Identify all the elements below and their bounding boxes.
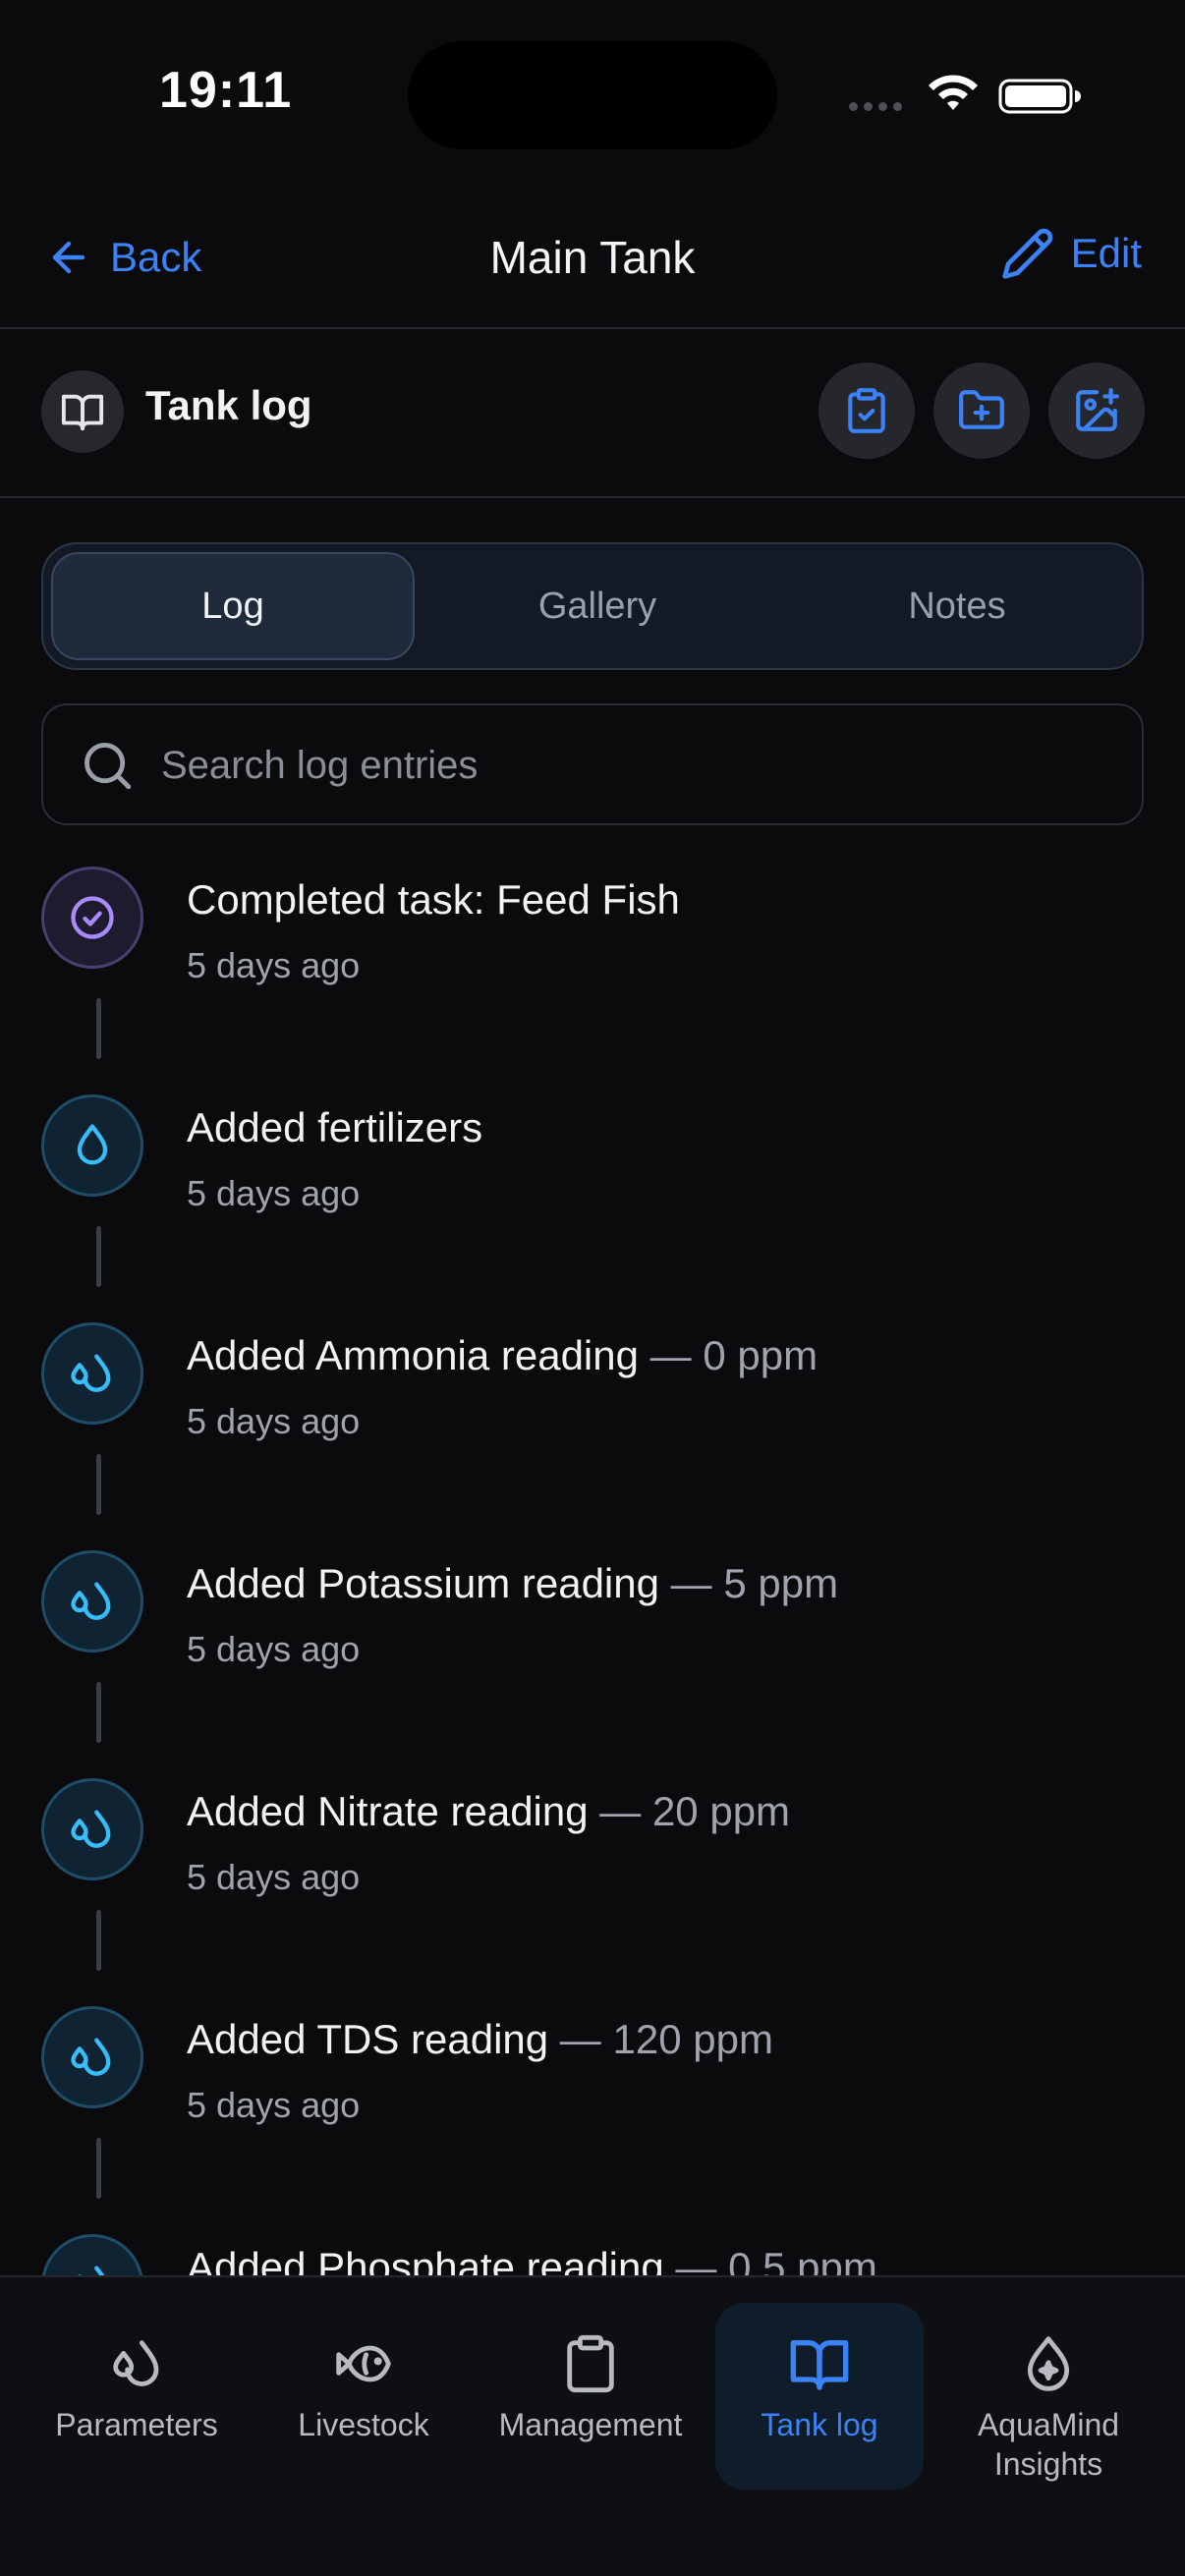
entry-value: — 0 ppm	[638, 1332, 818, 1378]
entry-title: Added TDS reading — 120 ppm	[187, 2016, 773, 2062]
timeline-connector	[96, 1910, 101, 1971]
entry-time: 5 days ago	[187, 1401, 361, 1441]
tab-label: AquaMind Insights	[977, 2407, 1120, 2482]
timeline-connector	[96, 1226, 101, 1287]
timeline-connector	[96, 998, 101, 1059]
book-open-icon	[790, 2340, 849, 2390]
tab-tank-log[interactable]: Tank log	[715, 2303, 924, 2490]
entry-title: Added Phosphate reading — 0.5 ppm	[187, 2244, 877, 2277]
log-entry[interactable]: Added Nitrate reading — 20 ppm 5 days ag…	[0, 1778, 1185, 2006]
entry-value: — 20 ppm	[588, 1788, 791, 1834]
entry-value: — 0.5 ppm	[663, 2244, 877, 2277]
entry-title: Added Ammonia reading — 0 ppm	[187, 1332, 818, 1378]
tab-label: Management	[498, 2407, 683, 2442]
entry-time: 5 days ago	[187, 1857, 361, 1897]
entry-title: Added Potassium reading — 5 ppm	[187, 1560, 839, 1606]
droplets-icon	[41, 1550, 143, 1652]
log-entry[interactable]: Completed task: Feed Fish 5 days ago	[0, 867, 1185, 1094]
tab-parameters[interactable]: Parameters	[20, 2303, 254, 2490]
timeline-connector	[96, 1454, 101, 1515]
entry-time: 5 days ago	[187, 1629, 361, 1669]
log-entry[interactable]: Added Phosphate reading — 0.5 ppm	[0, 2234, 1185, 2277]
bottom-tab-bar: Parameters Livestock Management Tank log…	[0, 2275, 1185, 2576]
tank-log-screen: 19:11 Back Main Tank Edit Tank log Log G…	[0, 0, 1185, 2576]
timeline-connector	[96, 2138, 101, 2199]
entry-value: — 120 ppm	[548, 2016, 773, 2062]
entry-time: 5 days ago	[187, 1173, 361, 1213]
clipboard-icon	[567, 2334, 614, 2393]
entry-title: Added Nitrate reading — 20 ppm	[187, 1788, 791, 1834]
log-entry[interactable]: Added Potassium reading — 5 ppm 5 days a…	[0, 1550, 1185, 1778]
log-entry[interactable]: Added TDS reading — 120 ppm 5 days ago	[0, 2006, 1185, 2234]
droplets-icon	[41, 1322, 143, 1425]
log-entry[interactable]: Added Ammonia reading — 0 ppm 5 days ago	[0, 1322, 1185, 1550]
fish-icon	[336, 2345, 391, 2382]
droplets-icon	[41, 2234, 143, 2277]
tab-livestock[interactable]: Livestock	[254, 2303, 474, 2490]
sparkle-drop-icon	[1027, 2336, 1070, 2391]
entry-title: Added fertilizers	[187, 1104, 483, 1150]
timeline-connector	[96, 1682, 101, 1743]
droplets-icon	[113, 2340, 159, 2386]
tab-label: Livestock	[298, 2407, 429, 2442]
entry-time: 5 days ago	[187, 2085, 361, 2125]
entry-value: — 5 ppm	[658, 1560, 839, 1606]
droplets-icon	[41, 2006, 143, 2108]
tab-aquamind-insights[interactable]: AquaMind Insights	[931, 2303, 1165, 2490]
check-circle-icon	[41, 867, 143, 969]
tab-management[interactable]: Management	[474, 2303, 707, 2490]
entry-title: Completed task: Feed Fish	[187, 876, 680, 923]
tab-label: Tank log	[761, 2407, 878, 2442]
log-timeline: Completed task: Feed Fish 5 days ago Add…	[0, 0, 1185, 2277]
droplets-icon	[41, 1778, 143, 1880]
entry-time: 5 days ago	[187, 945, 361, 985]
droplet-icon	[41, 1094, 143, 1197]
log-entry[interactable]: Added fertilizers 5 days ago	[0, 1094, 1185, 1322]
tab-label: Parameters	[55, 2407, 218, 2442]
